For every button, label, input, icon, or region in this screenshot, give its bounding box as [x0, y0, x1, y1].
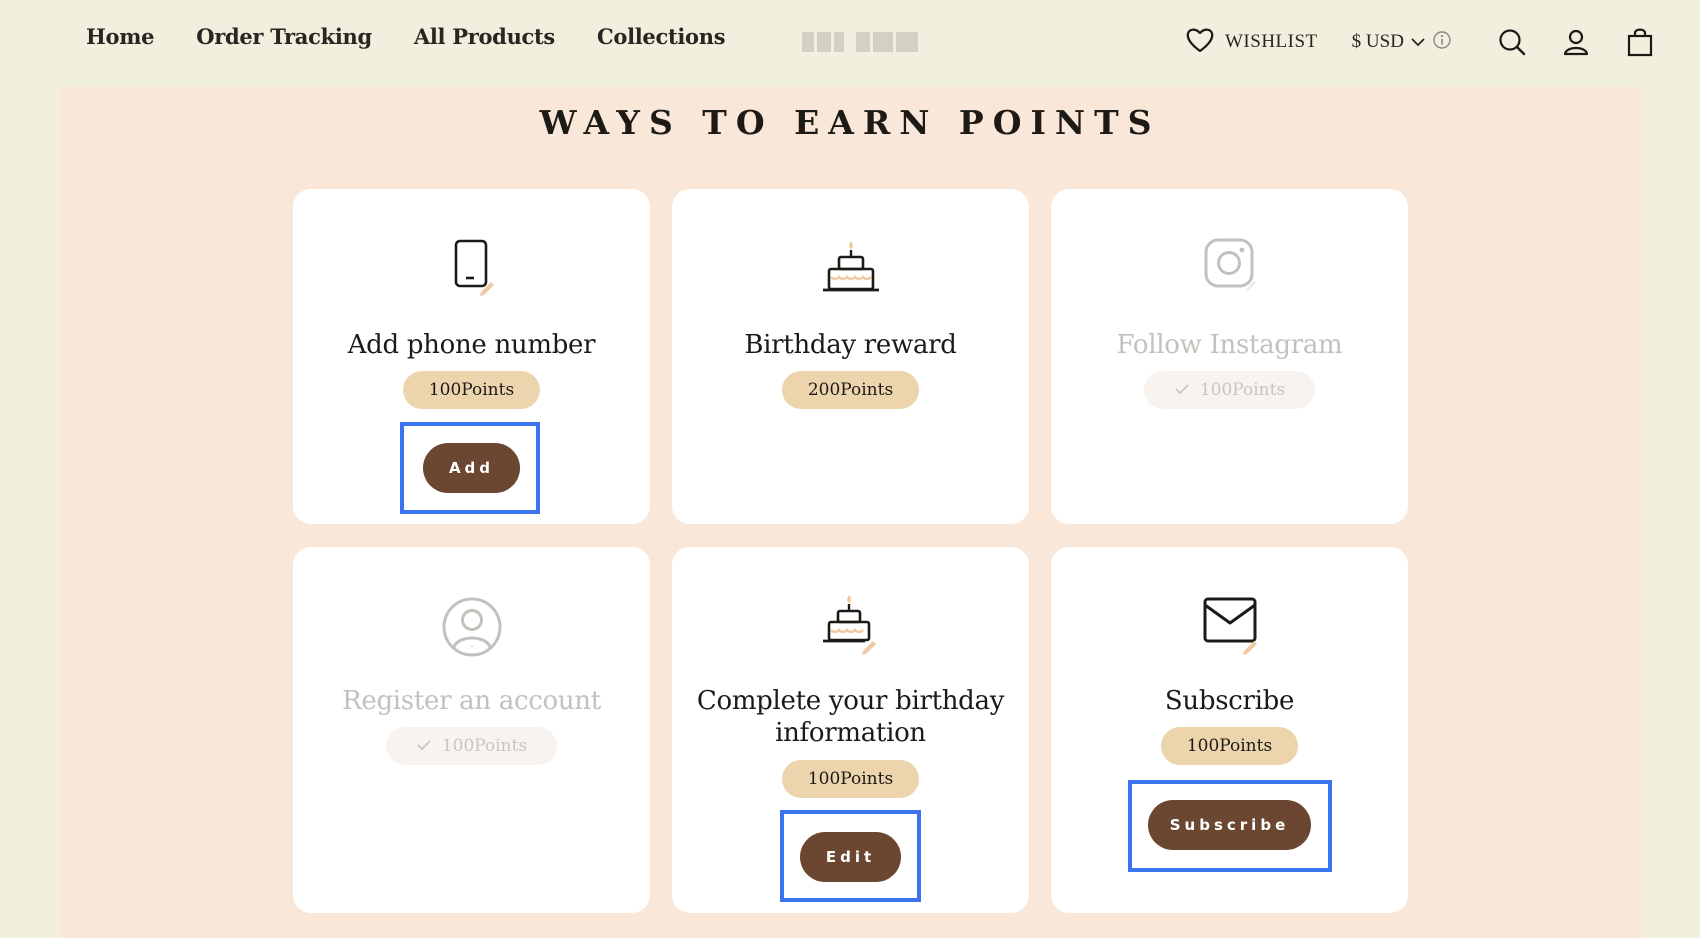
store-logo[interactable]	[802, 31, 922, 53]
card-title: Add phone number	[347, 330, 596, 360]
instagram-icon	[1051, 237, 1408, 297]
checkmark-icon	[1174, 380, 1190, 400]
wishlist-link[interactable]: WISHLIST	[1185, 26, 1318, 58]
card-title: Register an account	[342, 686, 601, 716]
heart-icon	[1185, 26, 1215, 58]
site-header: Home Order Tracking All Products Collect…	[0, 0, 1700, 80]
points-badge: 100Points	[1161, 727, 1298, 765]
envelope-edit-icon	[1051, 595, 1408, 659]
cart-icon[interactable]	[1620, 22, 1660, 62]
points-badge: 100Points	[403, 371, 540, 409]
points-badge-completed: 100Points	[386, 727, 557, 765]
highlight-box	[780, 810, 921, 902]
search-icon[interactable]	[1492, 22, 1532, 62]
account-icon[interactable]	[1556, 22, 1596, 62]
nav-home[interactable]: Home	[86, 24, 155, 49]
wishlist-label: WISHLIST	[1225, 31, 1318, 52]
card-register-account: Register an account 100Points	[293, 547, 650, 913]
card-title: Birthday reward	[744, 330, 957, 360]
chevron-down-icon	[1410, 33, 1426, 52]
info-icon[interactable]	[1432, 30, 1452, 54]
birthday-cake-edit-icon	[672, 593, 1029, 657]
card-follow-instagram: Follow Instagram 100Points	[1051, 189, 1408, 524]
points-badge: 100Points	[782, 760, 919, 798]
points-label: 100Points	[441, 736, 528, 756]
card-title: Complete your birthday information	[696, 686, 1005, 748]
section-title: WAYS TO EARN POINTS	[539, 103, 1161, 142]
card-birthday-reward: Birthday reward 200Points	[672, 189, 1029, 524]
main-nav: Home Order Tracking All Products Collect…	[86, 24, 767, 49]
highlight-box	[400, 422, 540, 514]
currency-label: $ USD	[1351, 31, 1404, 52]
nav-order-tracking[interactable]: Order Tracking	[196, 24, 372, 49]
nav-all-products[interactable]: All Products	[414, 24, 555, 49]
points-badge: 200Points	[782, 371, 919, 409]
currency-selector[interactable]: $ USD	[1352, 30, 1452, 54]
points-label: 100Points	[1199, 380, 1286, 400]
card-title: Follow Instagram	[1116, 330, 1343, 360]
points-badge-completed: 100Points	[1144, 371, 1315, 409]
card-title: Subscribe	[1164, 686, 1295, 716]
birthday-cake-icon	[672, 237, 1029, 297]
nav-collections[interactable]: Collections	[597, 24, 726, 49]
user-circle-icon	[293, 595, 650, 659]
phone-edit-icon	[293, 237, 650, 297]
highlight-box	[1128, 780, 1332, 872]
checkmark-icon	[416, 736, 432, 756]
